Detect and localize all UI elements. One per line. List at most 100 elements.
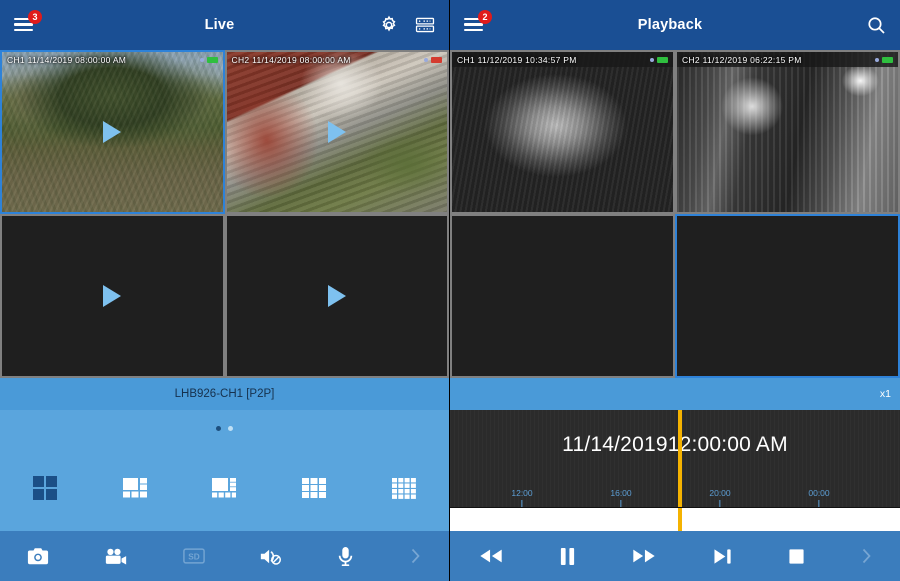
playback-tile-ch2[interactable]: CH2 11/12/2019 06:22:15 PM: [675, 50, 900, 214]
microphone-icon[interactable]: [337, 546, 354, 567]
hamburger-menu-icon[interactable]: 2: [464, 9, 492, 33]
pause-icon[interactable]: [559, 547, 576, 566]
recording-indicator-icon: [882, 56, 893, 63]
live-tile-ch1-label: CH1 11/14/2019 08:00:00 AM: [2, 52, 223, 67]
live-toolbar: SD: [0, 531, 449, 581]
layout-4-grid[interactable]: [32, 475, 58, 501]
live-channel-info: LHB926-CH1 [P2P]: [0, 378, 449, 410]
play-icon[interactable]: [103, 285, 122, 307]
live-panel: 3 Live CH1 11/14/2019 08:00:00 AM CH2 11…: [0, 0, 450, 581]
stop-icon[interactable]: [788, 548, 805, 565]
playback-speed-bar: x1: [450, 378, 900, 410]
playback-tile-ch1-status: [650, 56, 668, 63]
app-root: 3 Live CH1 11/14/2019 08:00:00 AM CH2 11…: [0, 0, 900, 581]
dvr-device-icon[interactable]: [415, 16, 435, 34]
playback-header-right: [820, 16, 900, 35]
playback-tile-ch3[interactable]: [450, 214, 675, 378]
playback-tile-ch2-label: CH2 11/12/2019 06:22:15 PM: [677, 52, 898, 67]
timeline-tick-1: 16:00: [610, 488, 632, 507]
timeline-tick-mark: [620, 500, 622, 507]
timeline-tick-label: 20:00: [709, 488, 731, 498]
timeline-tick-mark: [818, 500, 820, 507]
fast-forward-icon[interactable]: [631, 548, 657, 564]
rewind-icon[interactable]: [478, 548, 504, 564]
live-controls-area: [0, 410, 449, 531]
signal-dot-icon: [199, 57, 204, 62]
timeline-tick-label: 00:00: [808, 488, 830, 498]
play-icon[interactable]: [327, 121, 346, 143]
timeline-ticks[interactable]: 12:00 16:00 20:00 00:00: [450, 480, 900, 508]
playback-header: 2 Playback: [450, 0, 900, 50]
camera-scene-ch2: [677, 52, 898, 212]
chevron-right-icon: [409, 547, 422, 565]
signal-dot-icon: [650, 57, 654, 62]
recording-indicator-icon: [206, 56, 218, 63]
live-header: 3 Live: [0, 0, 449, 50]
next-frame-icon[interactable]: [712, 548, 733, 565]
camera-icon[interactable]: [27, 547, 49, 566]
live-video-grid: CH1 11/14/2019 08:00:00 AM CH2 11/14/201…: [0, 50, 449, 378]
layout-16-grid[interactable]: [391, 475, 417, 501]
timeline-tick-3: 00:00: [808, 488, 830, 507]
playback-tile-ch4[interactable]: [675, 214, 900, 378]
playback-video-grid: CH1 11/12/2019 10:34:57 PM CH2 11/12/201…: [450, 50, 900, 378]
timeline-playhead[interactable]: [677, 410, 682, 480]
timeline-tick-2: 20:00: [709, 488, 731, 507]
live-tile-ch1-status: [199, 56, 218, 63]
signal-dot-icon: [875, 57, 879, 62]
chevron-right-icon: [860, 547, 873, 565]
live-tile-ch4[interactable]: [224, 214, 449, 378]
page-indicator: [216, 426, 233, 431]
playback-panel: 2 Playback CH1 11/12/2019 10:34:57 PM CH…: [450, 0, 900, 581]
playback-tile-ch2-label-text: CH2 11/12/2019 06:22:15 PM: [682, 54, 802, 65]
playback-tile-ch2-status: [875, 56, 893, 63]
playback-tile-ch1-label-text: CH1 11/12/2019 10:34:57 PM: [457, 54, 577, 65]
hamburger-menu-icon[interactable]: 3: [14, 9, 42, 33]
playback-tile-ch1-label: CH1 11/12/2019 10:34:57 PM: [452, 52, 673, 67]
sd-quality-icon: SD: [182, 548, 205, 564]
playback-speed-label: x1: [879, 388, 891, 400]
layout-9-grid[interactable]: [301, 475, 327, 501]
live-header-right: [369, 15, 449, 35]
layout-6-grid[interactable]: [122, 475, 148, 501]
live-tile-ch1[interactable]: CH1 11/14/2019 08:00:00 AM: [0, 50, 225, 214]
signal-dot-icon: [424, 57, 428, 62]
camera-scene-ch1: [452, 52, 673, 212]
play-icon[interactable]: [327, 285, 346, 307]
live-tile-ch2-label: CH2 11/14/2019 08:00:00 AM: [227, 52, 448, 67]
live-tile-ch2-status: [424, 56, 442, 63]
timeline-tick-label: 12:00: [511, 488, 533, 498]
gear-icon[interactable]: [379, 15, 399, 35]
page-title: Playback: [637, 17, 703, 33]
layout-selector: [0, 475, 449, 501]
timeline-playhead[interactable]: [677, 508, 682, 531]
recording-indicator-icon: [431, 56, 442, 63]
menu-notification-badge: 3: [28, 9, 42, 24]
playback-timestamp-bar: 11/14/2019 12:00:00 AM: [450, 410, 900, 480]
timeline-playhead[interactable]: [677, 480, 682, 507]
play-icon[interactable]: [103, 121, 122, 143]
page-dot-2[interactable]: [228, 426, 233, 431]
timeline-tick-label: 16:00: [610, 488, 632, 498]
timeline-tick-0: 12:00: [511, 488, 533, 507]
layout-8-grid[interactable]: [211, 475, 237, 501]
search-icon[interactable]: [867, 16, 886, 35]
live-tile-ch3[interactable]: [0, 214, 225, 378]
speaker-mute-icon[interactable]: [259, 547, 282, 566]
recording-indicator-icon: [657, 56, 668, 63]
live-tile-ch2-label-text: CH2 11/14/2019 08:00:00 AM: [231, 54, 351, 65]
live-tile-ch1-label-text: CH1 11/14/2019 08:00:00 AM: [7, 54, 127, 65]
timeline-track[interactable]: [450, 508, 900, 531]
playback-timestamp-date: 11/14/2019: [562, 433, 668, 456]
live-tile-ch2[interactable]: CH2 11/14/2019 08:00:00 AM: [224, 50, 449, 214]
page-title: Live: [204, 17, 235, 33]
page-dot-1[interactable]: [216, 426, 221, 431]
camcorder-icon[interactable]: [104, 547, 128, 566]
playback-tile-ch1[interactable]: CH1 11/12/2019 10:34:57 PM: [450, 50, 675, 214]
menu-notification-badge: 2: [478, 9, 492, 24]
timeline-tick-mark: [521, 500, 523, 507]
live-channel-title: LHB926-CH1 [P2P]: [174, 388, 275, 400]
svg-text:SD: SD: [188, 552, 200, 561]
timeline-tick-mark: [719, 500, 721, 507]
playback-header-left: 2: [450, 9, 520, 33]
